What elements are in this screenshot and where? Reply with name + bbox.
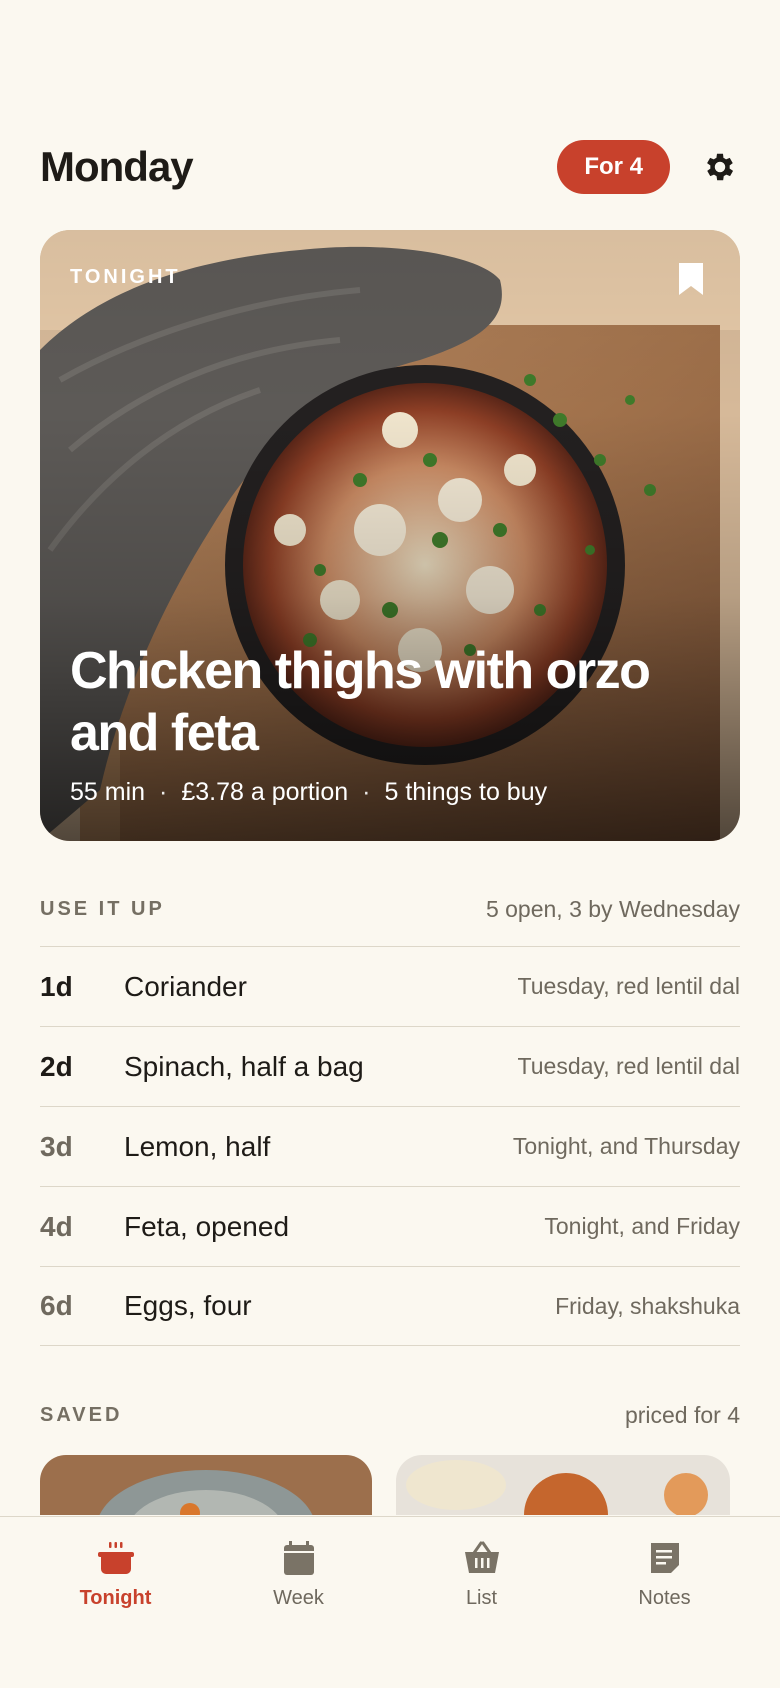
pot-icon (95, 1537, 137, 1579)
tab-notes[interactable]: Notes (573, 1517, 756, 1688)
item-plan: Tuesday, red lentil dal (517, 973, 740, 999)
item-name: Eggs, four (124, 1290, 252, 1321)
saved-recipe-card[interactable] (396, 1455, 730, 1515)
header-actions: For 4 (557, 140, 740, 194)
tab-label: Tonight (79, 1587, 152, 1609)
saved-carousel (40, 1455, 780, 1515)
tab-week[interactable]: Week (207, 1517, 390, 1688)
recipe-time: 55 min (70, 778, 146, 806)
meta-separator: · (362, 778, 371, 806)
tab-label: List (465, 1587, 498, 1609)
saved-note: priced for 4 (624, 1402, 740, 1428)
tonight-recipe-card[interactable]: TONIGHT Chicken thighs with orzo and fet… (40, 230, 740, 841)
list-item[interactable]: 6d Eggs, four Friday, shakshuka (40, 1266, 740, 1346)
tab-label: Notes (638, 1587, 691, 1609)
saved-recipe-photo (396, 1455, 730, 1515)
tab-bar: Tonight Week List Notes (0, 1516, 780, 1688)
tab-list[interactable]: List (390, 1517, 573, 1688)
recipe-price: £3.78 a portion (181, 778, 349, 806)
section-label: SAVED (40, 1404, 123, 1426)
item-name: Feta, opened (124, 1210, 290, 1242)
section-summary: 5 open, 3 by Wednesday (485, 896, 740, 922)
bookmark-icon[interactable] (678, 262, 704, 296)
tab-label: Week (273, 1587, 324, 1609)
saved-header: SAVED priced for 4 (40, 1402, 740, 1429)
recipe-to-buy: 5 things to buy (384, 778, 548, 806)
list-item[interactable]: 4d Feta, opened Tonight, and Friday (40, 1186, 740, 1266)
header: Monday For 4 (40, 132, 740, 202)
item-age: 2d (40, 1050, 73, 1082)
list-item[interactable]: 1d Coriander Tuesday, red lentil dal (40, 946, 740, 1026)
section-label: USE IT UP (40, 898, 165, 920)
item-name: Lemon, half (124, 1130, 271, 1162)
gear-icon[interactable] (700, 147, 740, 187)
item-plan: Tuesday, red lentil dal (517, 1053, 740, 1079)
recipe-meta: 55 min · £3.78 a portion · 5 things to b… (70, 778, 547, 807)
item-plan: Tonight, and Friday (544, 1213, 740, 1239)
calendar-icon (278, 1537, 320, 1579)
hero-tag: TONIGHT (70, 266, 181, 288)
item-age: 6d (40, 1290, 73, 1321)
note-icon (644, 1537, 686, 1579)
item-plan: Friday, shakshuka (555, 1292, 740, 1319)
item-age: 4d (40, 1210, 73, 1242)
meta-separator: · (159, 778, 168, 806)
list-item[interactable]: 3d Lemon, half Tonight, and Thursday (40, 1106, 740, 1186)
item-name: Spinach, half a bag (124, 1050, 364, 1082)
page-title: Monday (40, 143, 194, 190)
use-it-up-header: USE IT UP 5 open, 3 by Wednesday (40, 896, 740, 923)
item-age: 3d (40, 1130, 73, 1162)
item-age: 1d (40, 970, 73, 1002)
item-plan: Tonight, and Thursday (512, 1133, 740, 1159)
use-it-up-list: 1d Coriander Tuesday, red lentil dal 2d Spin… (40, 946, 740, 1346)
saved-recipe-photo (40, 1455, 372, 1515)
servings-button[interactable]: For 4 (557, 140, 670, 194)
recipe-title: Chicken thighs with orzo and feta (70, 642, 651, 762)
tab-tonight[interactable]: Tonight (24, 1517, 207, 1688)
basket-icon (461, 1537, 503, 1579)
list-item[interactable]: 2d Spinach, half a bag Tuesday, red lentil… (40, 1026, 740, 1106)
item-name: Coriander (124, 970, 247, 1002)
saved-recipe-card[interactable] (40, 1455, 372, 1515)
